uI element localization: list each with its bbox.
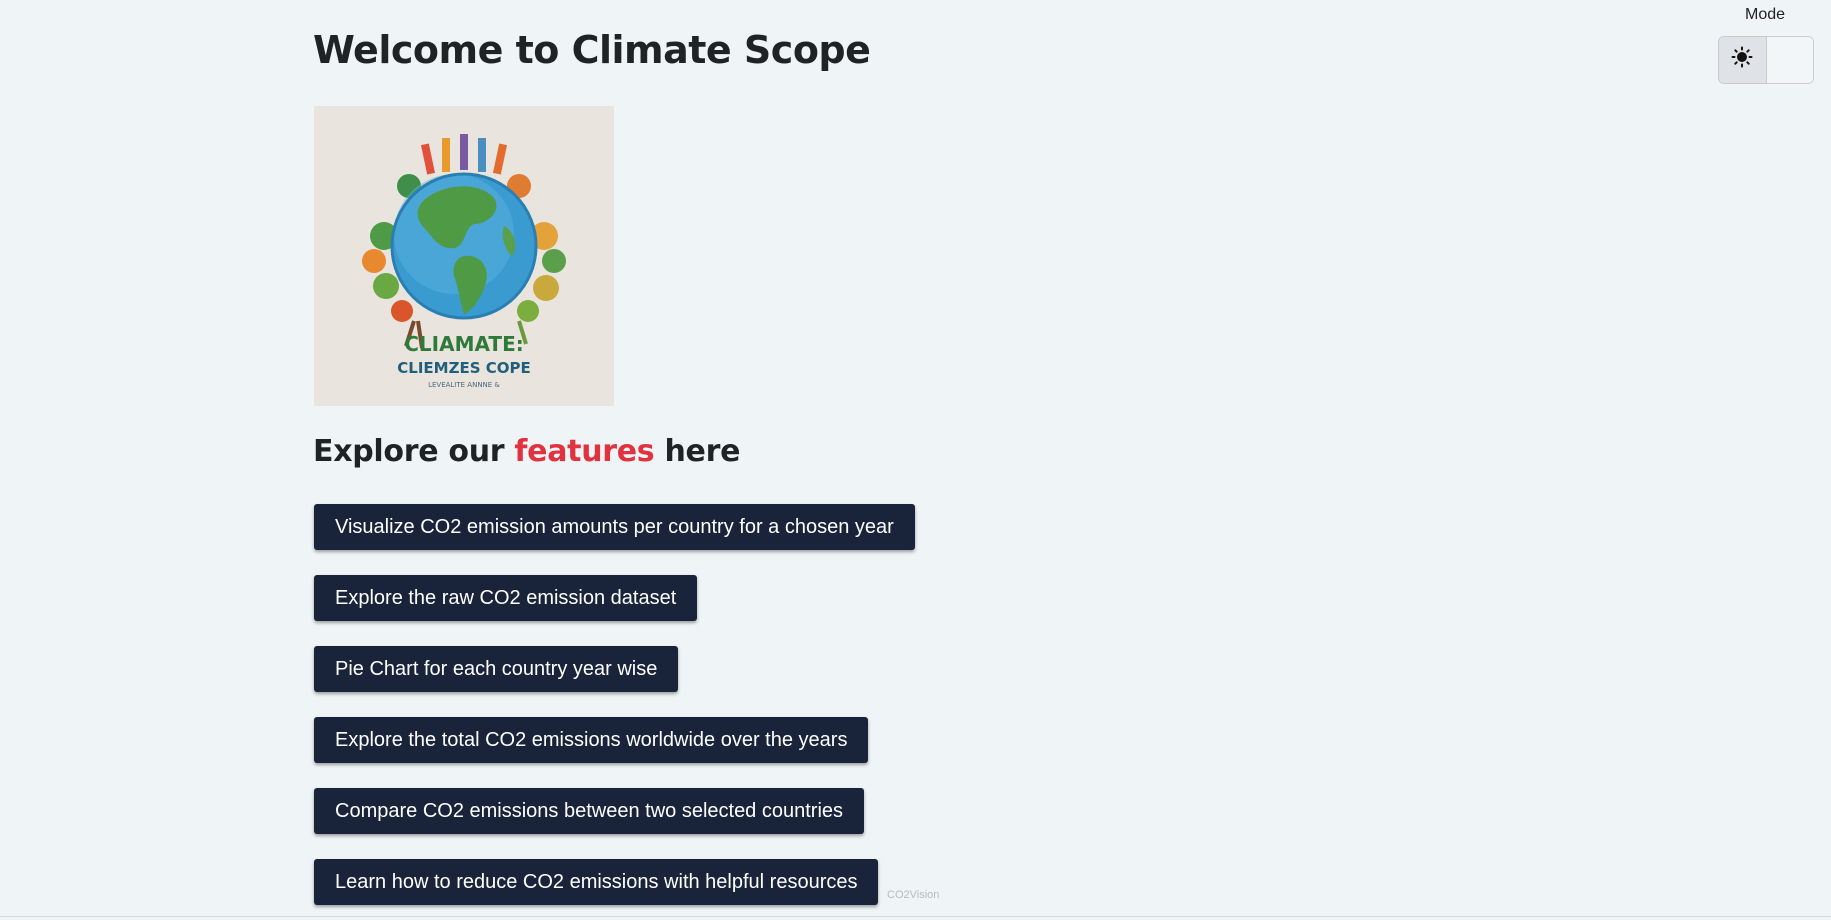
compare-countries-button[interactable]: Compare CO2 emissions between two select… [314,788,865,834]
page: Mode Welcome to Climate Scope CLIAMATE: … [0,0,1831,920]
visualize-emissions-button[interactable]: Visualize CO2 emission amounts per count… [314,504,915,550]
explore-dataset-button[interactable]: Explore the raw CO2 emission dataset [314,575,698,621]
feature-button-list: Visualize CO2 emission amounts per count… [314,504,915,920]
page-title: Welcome to Climate Scope [313,28,871,72]
dark-mode-button[interactable] [1766,37,1813,83]
logo-text-1: CLIAMATE: [404,332,523,356]
features-heading: Explore our features here [313,434,740,469]
reduce-emissions-button[interactable]: Learn how to reduce CO2 emissions with h… [314,859,879,905]
moon-icon [1780,47,1800,73]
climate-scope-logo: CLIAMATE: CLIEMZES COPE LEVEALITE ANNNE … [314,106,614,406]
mode-label: Mode [1745,6,1786,23]
bottom-divider [0,916,1831,917]
total-emissions-button[interactable]: Explore the total CO2 emissions worldwid… [314,717,869,763]
features-heading-suffix: here [654,434,741,469]
logo-text-2: CLIEMZES COPE [397,359,530,377]
light-mode-button[interactable] [1719,37,1767,83]
mode-toggle [1718,36,1814,84]
logo-text-3: LEVEALITE ANNNE & [428,381,500,389]
features-heading-highlight: features [514,434,655,469]
features-heading-prefix: Explore our [313,434,515,469]
sun-icon [1731,46,1753,74]
pie-chart-button[interactable]: Pie Chart for each country year wise [314,646,679,692]
footer-watermark: CO2Vision [887,889,940,901]
